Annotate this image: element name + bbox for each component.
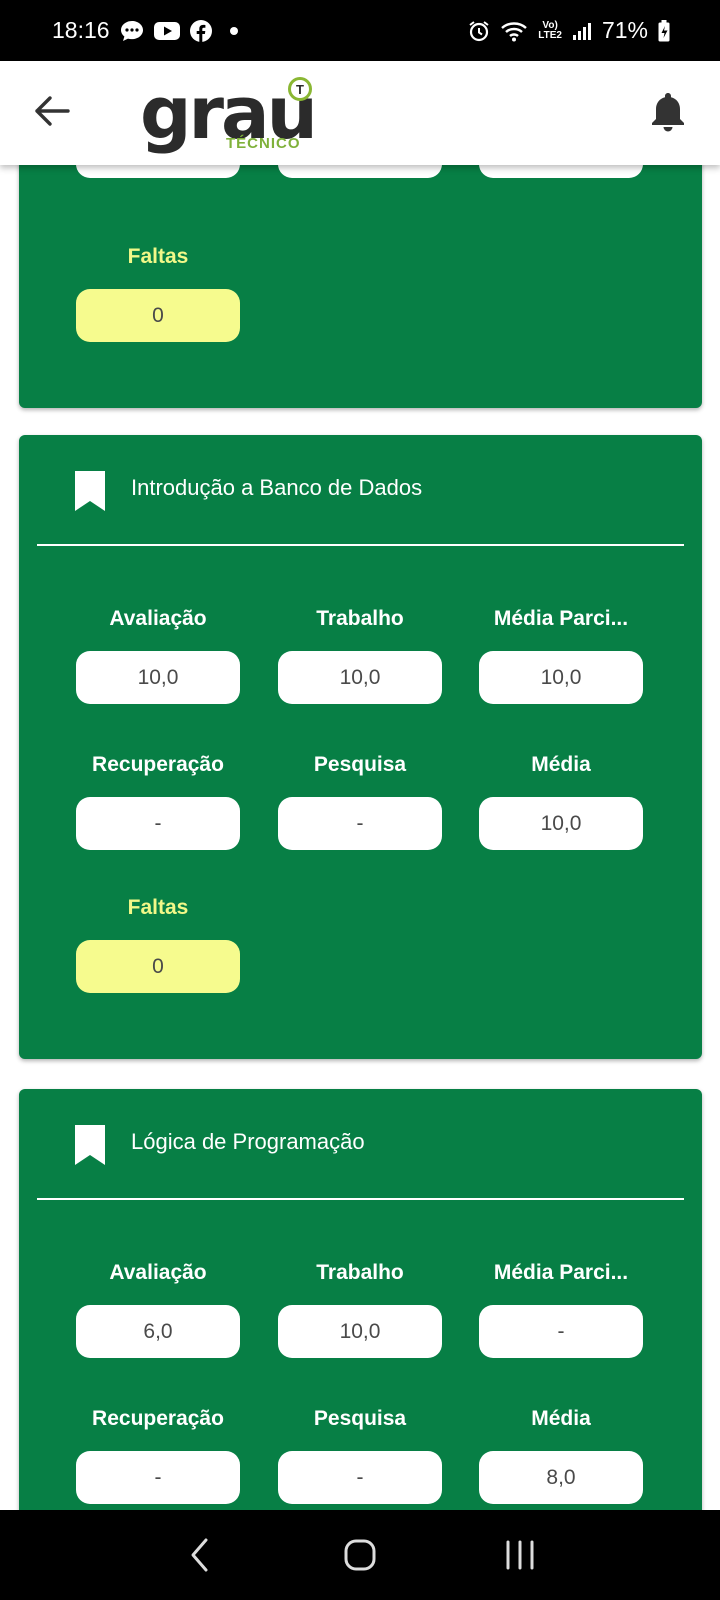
- bell-icon: [652, 93, 684, 132]
- status-right: Vo) LTE2 71%: [468, 17, 670, 44]
- field-value: -: [278, 797, 442, 850]
- home-nav-icon: [344, 1539, 376, 1571]
- field-label: Recuperação: [92, 1407, 224, 1430]
- lte-top-text: Vo): [542, 19, 558, 31]
- field-trabalho: Trabalho 10,0: [278, 605, 442, 704]
- field-recuperacao: Recuperação -: [76, 751, 240, 850]
- signal-icon: [572, 21, 592, 41]
- field-value: 10,0: [479, 651, 643, 704]
- status-left: 18:16: [52, 17, 238, 44]
- field-value: 8,0: [479, 1451, 643, 1504]
- screen: 18:16 Vo) LTE2 71% grau T TÉCNICO Faltas…: [0, 0, 720, 1600]
- faltas-field: Faltas 0: [76, 243, 240, 342]
- field-label: Recuperação: [92, 753, 224, 776]
- status-bar: 18:16 Vo) LTE2 71%: [0, 0, 720, 61]
- faltas-value-box: 0: [76, 289, 240, 342]
- subject-card: Introdução a Banco de Dados Avaliação 10…: [19, 435, 702, 1059]
- back-button[interactable]: [30, 89, 74, 133]
- field-value: 10,0: [278, 651, 442, 704]
- field-media: Média 10,0: [479, 751, 643, 850]
- bookmark-icon: [75, 471, 105, 511]
- field-media-parcial: Média Parci... 10,0: [479, 605, 643, 704]
- divider: [37, 1198, 684, 1200]
- nav-home-button[interactable]: [330, 1525, 390, 1585]
- field-value: 10,0: [278, 1305, 442, 1358]
- faltas-label: Faltas: [127, 896, 189, 919]
- app-header: grau T TÉCNICO: [0, 61, 720, 165]
- lte-bottom-text: LTE2: [538, 29, 562, 41]
- grades-list[interactable]: - - - Faltas 0 Introdução a Banco de Dad…: [0, 165, 720, 1510]
- card-header: Introdução a Banco de Dados: [19, 435, 702, 546]
- field-value: -: [278, 1451, 442, 1504]
- arrow-left-icon: [35, 96, 70, 126]
- subject-title: Introdução a Banco de Dados: [131, 475, 423, 500]
- notifications-button[interactable]: [646, 89, 690, 135]
- field-avaliacao: Avaliação 6,0: [76, 1259, 240, 1358]
- field-label: Média Parci...: [493, 607, 629, 630]
- grade-field: -: [76, 165, 240, 178]
- back-nav-icon: [191, 1538, 208, 1572]
- facebook-icon: [189, 19, 212, 42]
- field-media: Média 8,0: [479, 1405, 643, 1504]
- logo: grau T TÉCNICO: [140, 75, 320, 155]
- status-time: 18:16: [52, 17, 110, 43]
- field-label: Média Parci...: [493, 1261, 629, 1284]
- field-label: Média: [531, 1407, 591, 1430]
- nav-back-button[interactable]: [170, 1525, 230, 1585]
- faltas-value-box: 0: [76, 940, 240, 993]
- field-recuperacao: Recuperação -: [76, 1405, 240, 1504]
- field-label: Pesquisa: [313, 753, 407, 776]
- field-label: Avaliação: [109, 607, 207, 630]
- notification-dot-icon: [229, 26, 238, 35]
- faltas-label: Faltas: [127, 245, 189, 268]
- field-value: -: [479, 1305, 643, 1358]
- wifi-icon: [500, 20, 528, 42]
- navigation-bar: [0, 1510, 720, 1600]
- youtube-icon: [153, 21, 180, 41]
- field-trabalho: Trabalho 10,0: [278, 1259, 442, 1358]
- battery-icon: [658, 19, 670, 42]
- faltas-field: Faltas 0: [76, 894, 240, 993]
- field-value: 10,0: [479, 797, 643, 850]
- field-value: -: [76, 797, 240, 850]
- field-value: -: [76, 1451, 240, 1504]
- chat-bubble-icon: [120, 20, 144, 42]
- lte-icon: Vo) LTE2: [538, 19, 562, 41]
- nav-recents-button[interactable]: [490, 1525, 550, 1585]
- alarm-icon: [468, 20, 490, 42]
- field-value: 10,0: [76, 651, 240, 704]
- grade-value-box: -: [479, 165, 643, 178]
- subject-title: Lógica de Programação: [131, 1129, 365, 1154]
- field-pesquisa: Pesquisa -: [278, 1405, 442, 1504]
- bookmark-icon: [75, 1125, 105, 1165]
- logo-badge: T: [288, 77, 312, 101]
- subject-card: Lógica de Programação Avaliação 6,0 Trab…: [19, 1089, 702, 1510]
- field-pesquisa: Pesquisa -: [278, 751, 442, 850]
- grade-value-box: -: [278, 165, 442, 178]
- field-label: Trabalho: [316, 1261, 404, 1284]
- card-header: Lógica de Programação: [19, 1089, 702, 1200]
- field-label: Pesquisa: [313, 1407, 407, 1430]
- field-label: Avaliação: [109, 1261, 207, 1284]
- divider: [37, 544, 684, 546]
- recents-nav-icon: [506, 1540, 534, 1570]
- logo-sub-text: TÉCNICO: [226, 135, 301, 152]
- grade-field: -: [278, 165, 442, 178]
- subject-card: - - - Faltas 0: [19, 165, 702, 408]
- field-avaliacao: Avaliação 10,0: [76, 605, 240, 704]
- grade-field: -: [479, 165, 643, 178]
- field-label: Média: [531, 753, 591, 776]
- field-label: Trabalho: [316, 607, 404, 630]
- field-media-parcial: Média Parci... -: [479, 1259, 643, 1358]
- field-value: 6,0: [76, 1305, 240, 1358]
- battery-percent: 71%: [601, 17, 648, 43]
- grade-value-box: -: [76, 165, 240, 178]
